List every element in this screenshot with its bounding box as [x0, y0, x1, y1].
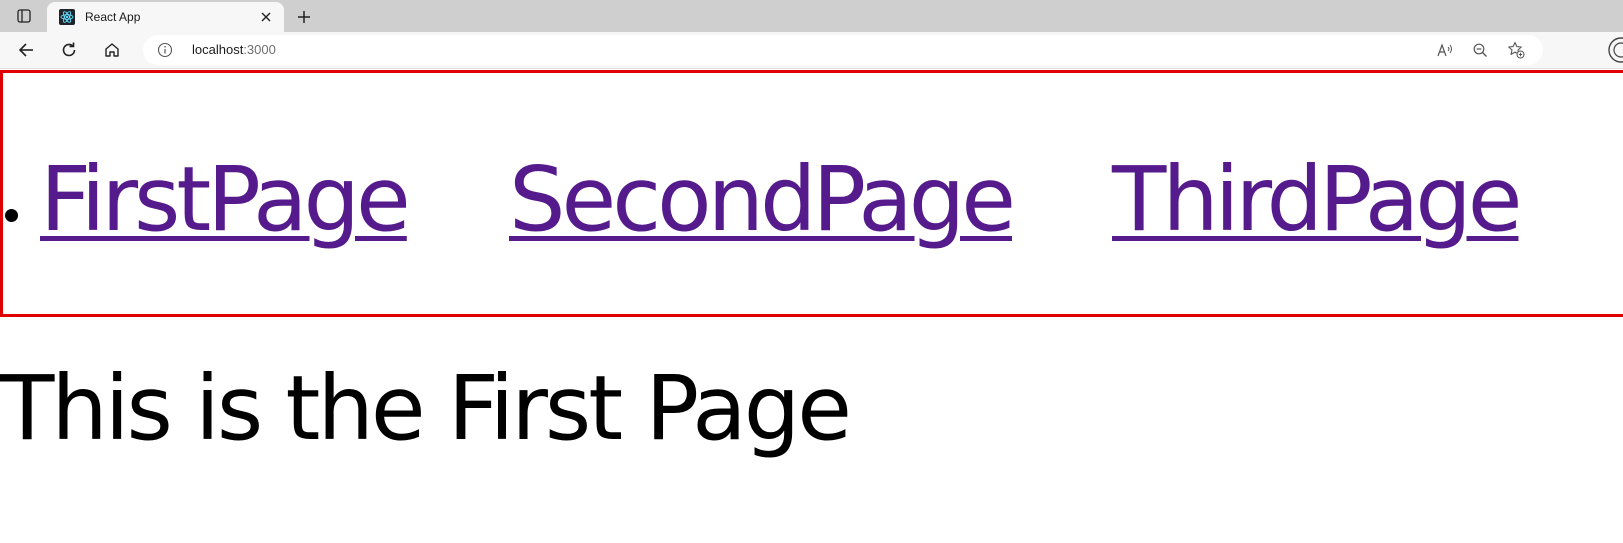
nav-link-third-page[interactable]: ThirdPage — [1112, 139, 1522, 259]
add-favorite-button[interactable] — [1505, 40, 1527, 60]
url-port: :3000 — [243, 42, 276, 57]
list-bullet — [5, 209, 18, 222]
star-add-icon — [1508, 41, 1525, 59]
zoom-out-button[interactable] — [1469, 40, 1491, 60]
zoom-out-icon — [1473, 43, 1487, 57]
page-heading: This is the First Page — [0, 356, 852, 460]
back-button[interactable] — [11, 36, 41, 64]
react-logo-icon — [59, 9, 75, 25]
chrome-divider — [0, 68, 1623, 69]
read-aloud-button[interactable] — [1434, 40, 1456, 60]
nav-link-second-page[interactable]: SecondPage — [509, 139, 1016, 259]
back-arrow-icon — [18, 43, 33, 57]
info-icon[interactable] — [157, 42, 173, 58]
close-icon — [261, 12, 271, 22]
plus-icon — [298, 11, 310, 23]
refresh-icon — [62, 42, 76, 57]
tab-title: React App — [85, 10, 141, 24]
tab-actions-button[interactable] — [8, 4, 40, 28]
new-tab-button[interactable] — [291, 4, 317, 30]
home-icon — [105, 43, 119, 57]
refresh-button[interactable] — [54, 36, 84, 64]
browser-toolbar: localhost:3000 — [0, 32, 1623, 68]
nav-list: FirstPage SecondPage ThirdPage — [3, 73, 1623, 314]
profile-icon[interactable] — [1607, 36, 1623, 64]
home-button[interactable] — [97, 36, 127, 64]
tab-strip: React App — [0, 0, 1623, 32]
nav-link-first-page[interactable]: FirstPage — [40, 139, 411, 259]
tab-close-button[interactable] — [254, 5, 278, 29]
url-host: localhost — [192, 42, 244, 57]
nav-bar: FirstPage SecondPage ThirdPage — [0, 70, 1623, 317]
address-bar[interactable]: localhost:3000 — [143, 35, 1543, 65]
tab-actions-icon — [17, 9, 31, 23]
url-text: localhost:3000 — [192, 42, 276, 58]
read-aloud-icon — [1437, 43, 1452, 57]
browser-tab[interactable]: React App — [47, 2, 284, 32]
